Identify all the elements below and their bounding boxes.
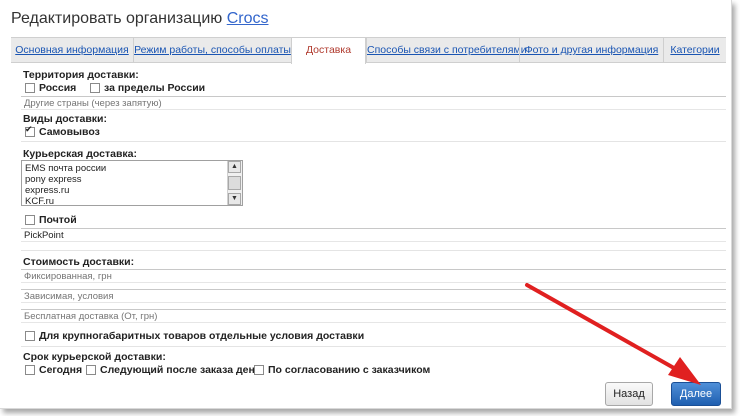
delivery-types-label: Виды доставки:: [23, 113, 108, 125]
tab-contact-methods[interactable]: Способы связи с потребителями: [366, 38, 527, 62]
today-label: Сегодня: [39, 364, 83, 376]
russia-label: Россия: [39, 82, 77, 94]
tab-photo-info[interactable]: Фото и другая информация: [519, 38, 663, 62]
courier-label: Курьерская доставка:: [23, 148, 138, 160]
organization-link[interactable]: Crocs: [227, 10, 269, 27]
next-day-option[interactable]: Следующий после заказа день: [86, 364, 261, 376]
tab-delivery[interactable]: Доставка: [291, 38, 366, 64]
pickup-label: Самовывоз: [39, 126, 100, 138]
post-service-input[interactable]: [21, 228, 726, 242]
scroll-up-icon[interactable]: ▲: [228, 161, 241, 173]
territory-label: Территория доставки:: [23, 69, 139, 81]
russia-checkbox[interactable]: [25, 83, 35, 93]
page-title-text: Редактировать организацию: [11, 10, 223, 27]
courier-list-item[interactable]: KCF.ru: [25, 196, 54, 207]
scroll-down-icon[interactable]: ▼: [228, 193, 241, 205]
listbox-scrollbar[interactable]: ▲ ▼: [227, 161, 242, 205]
by-agreement-option[interactable]: По согласованию с заказчиком: [254, 364, 430, 376]
tab-basic-info[interactable]: Основная информация: [11, 38, 133, 62]
post-option[interactable]: Почтой: [25, 214, 77, 226]
by-agreement-label: По согласованию с заказчиком: [268, 364, 431, 376]
abroad-label: за пределы России: [104, 82, 206, 94]
abroad-option[interactable]: за пределы России: [90, 82, 205, 94]
today-option[interactable]: Сегодня: [25, 364, 82, 376]
other-countries-input[interactable]: [21, 96, 726, 110]
tab-bar: Основная информация Режим работы, способ…: [11, 37, 726, 64]
courier-listbox[interactable]: EMS почта россии pony express express.ru…: [21, 160, 243, 207]
pickup-checkbox[interactable]: [25, 124, 35, 137]
scroll-thumb[interactable]: [228, 176, 241, 190]
cost-label: Стоимость доставки:: [23, 256, 135, 268]
page-title: Редактировать организацию Crocs: [11, 10, 269, 28]
courier-list-item[interactable]: express.ru: [25, 185, 69, 196]
courier-list-item[interactable]: EMS почта россии: [25, 163, 106, 174]
courier-list-item[interactable]: pony express: [25, 174, 82, 185]
oversize-label: Для крупногабаритных товаров отдельные у…: [39, 330, 365, 342]
post-label: Почтой: [39, 214, 77, 226]
russia-option[interactable]: Россия: [25, 82, 76, 94]
today-checkbox[interactable]: [25, 365, 35, 375]
tab-schedule-payment[interactable]: Режим работы, способы оплаты: [133, 38, 291, 62]
oversize-checkbox[interactable]: [25, 331, 35, 341]
tab-categories[interactable]: Категории: [663, 38, 726, 62]
abroad-checkbox[interactable]: [90, 83, 100, 93]
next-day-label: Следующий после заказа день: [100, 364, 262, 376]
oversize-option[interactable]: Для крупногабаритных товаров отдельные у…: [25, 330, 364, 342]
by-agreement-checkbox[interactable]: [254, 365, 264, 375]
divider: [21, 250, 726, 251]
pickup-option[interactable]: Самовывоз: [25, 124, 100, 138]
annotation-arrow-icon: [525, 283, 701, 385]
next-day-checkbox[interactable]: [86, 365, 96, 375]
term-label: Срок курьерской доставки:: [23, 351, 166, 363]
divider: [21, 141, 726, 142]
post-checkbox[interactable]: [25, 215, 35, 225]
